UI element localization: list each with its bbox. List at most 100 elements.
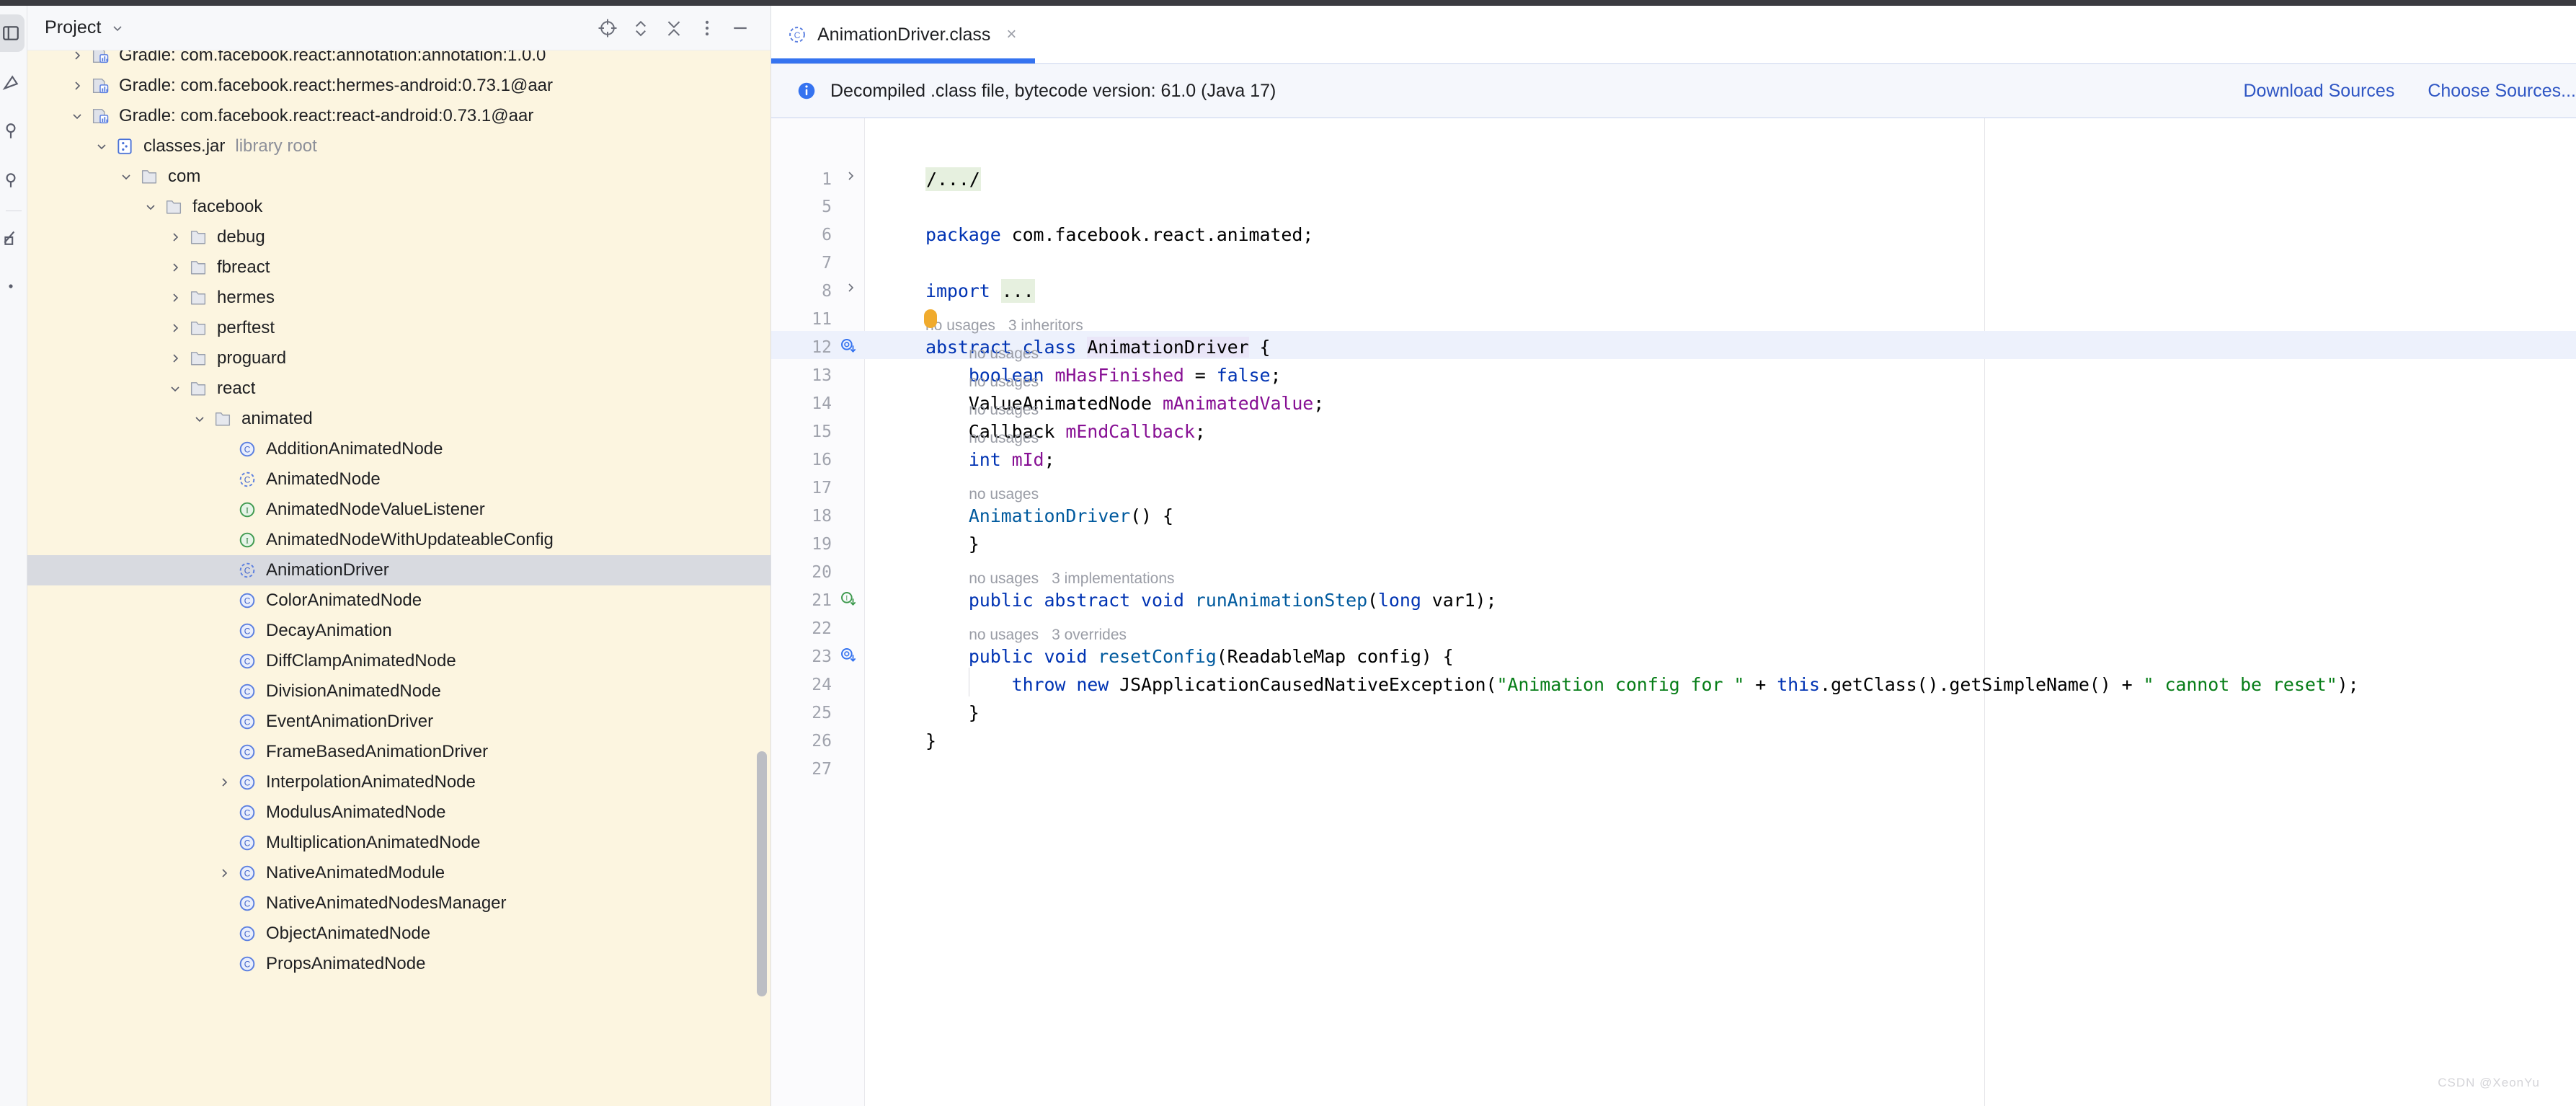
code-line[interactable]: public void resetConfig(ReadableMap conf… bbox=[925, 647, 1454, 665]
chevron-right-icon[interactable] bbox=[164, 321, 186, 335]
tree-row[interactable]: classes.jar library root bbox=[27, 131, 770, 162]
rail-pull-requests-button[interactable] bbox=[0, 112, 25, 150]
tree-row[interactable]: hermes bbox=[27, 283, 770, 313]
code-line[interactable]: } bbox=[925, 704, 980, 722]
tree-row[interactable]: C DivisionAnimatedNode bbox=[27, 676, 770, 707]
choose-sources-link[interactable]: Choose Sources... bbox=[2428, 81, 2576, 102]
chevron-right-icon[interactable] bbox=[66, 79, 88, 93]
tree-row[interactable]: fbreact bbox=[27, 252, 770, 283]
tree-row[interactable]: C DiffClampAnimatedNode bbox=[27, 646, 770, 676]
download-sources-link[interactable]: Download Sources bbox=[2243, 81, 2394, 102]
tree-row[interactable]: C PropsAnimatedNode bbox=[27, 949, 770, 979]
tree-row[interactable]: react bbox=[27, 373, 770, 404]
code-line[interactable]: public abstract void runAnimationStep(lo… bbox=[925, 591, 1497, 609]
code-line[interactable]: throw new JSApplicationCausedNativeExcep… bbox=[925, 676, 2359, 694]
inlay-hint-part[interactable]: no usages bbox=[969, 570, 1039, 587]
tree-row[interactable]: C ColorAnimatedNode bbox=[27, 585, 770, 616]
inlay-hint-part[interactable]: 3 overrides bbox=[1052, 627, 1127, 643]
tree-row[interactable]: I AnimatedNodeWithUpdateableConfig bbox=[27, 525, 770, 555]
options-menu-icon[interactable] bbox=[691, 12, 723, 44]
collapse-all-icon[interactable] bbox=[658, 12, 690, 44]
inlay-hint[interactable]: no usages bbox=[969, 430, 1039, 446]
inlay-hint-part[interactable]: no usages bbox=[969, 430, 1039, 446]
tree-row[interactable]: C ObjectAnimatedNode bbox=[27, 919, 770, 949]
tree-row[interactable]: C AdditionAnimatedNode bbox=[27, 434, 770, 464]
chevron-right-icon[interactable] bbox=[164, 291, 186, 305]
tree-row[interactable]: perftest bbox=[27, 313, 770, 343]
fold-expand-icon[interactable] bbox=[843, 280, 858, 295]
tree-row[interactable]: C FrameBasedAnimationDriver bbox=[27, 737, 770, 767]
inlay-hint-part[interactable]: no usages bbox=[969, 486, 1039, 503]
tree-row[interactable]: C MultiplicationAnimatedNode bbox=[27, 828, 770, 858]
chevron-right-icon[interactable] bbox=[213, 866, 235, 880]
chevron-right-icon[interactable] bbox=[213, 775, 235, 789]
rail-structure-button[interactable] bbox=[0, 218, 25, 256]
chevron-down-icon[interactable] bbox=[115, 169, 137, 184]
chevron-down-icon[interactable] bbox=[189, 412, 210, 426]
code-line[interactable]: Callback mEndCallback; bbox=[925, 423, 1206, 441]
chevron-right-icon[interactable] bbox=[164, 260, 186, 275]
inlay-hint-part[interactable]: 3 inheritors bbox=[1008, 317, 1083, 334]
inlay-hint[interactable]: no usages bbox=[969, 374, 1039, 389]
inlay-hint[interactable]: no usages 3 implementations bbox=[969, 571, 1174, 586]
rail-more-button[interactable] bbox=[0, 267, 25, 305]
chevron-down-icon[interactable] bbox=[164, 381, 186, 396]
expand-collapse-icon[interactable] bbox=[625, 12, 657, 44]
rail-commit-button[interactable] bbox=[0, 63, 25, 101]
inlay-hint[interactable]: no usages 3 overrides bbox=[969, 627, 1127, 642]
chevron-down-icon[interactable] bbox=[110, 21, 125, 35]
tree-row[interactable]: Gradle: com.facebook.react:hermes-androi… bbox=[27, 71, 770, 101]
code-line[interactable]: package com.facebook.react.animated; bbox=[925, 226, 1313, 244]
chevron-right-icon[interactable] bbox=[66, 50, 88, 63]
inlay-hint-part[interactable]: no usages bbox=[969, 373, 1039, 390]
tree-row[interactable]: com bbox=[27, 162, 770, 192]
code-line[interactable]: } bbox=[925, 732, 936, 750]
select-opened-file-icon[interactable] bbox=[592, 12, 623, 44]
tree-row[interactable]: proguard bbox=[27, 343, 770, 373]
chevron-down-icon[interactable] bbox=[66, 109, 88, 123]
project-tree-scrollbar[interactable] bbox=[757, 751, 767, 996]
inlay-hint-part[interactable]: no usages bbox=[969, 627, 1039, 643]
tree-row[interactable]: debug bbox=[27, 222, 770, 252]
override-down-blue-icon[interactable] bbox=[838, 645, 859, 666]
code-line[interactable]: import ... bbox=[925, 279, 1035, 303]
code-line[interactable]: /.../ bbox=[925, 167, 981, 191]
override-down-blue-icon[interactable] bbox=[838, 335, 859, 357]
chevron-down-icon[interactable] bbox=[91, 139, 112, 154]
code-line[interactable]: int mId; bbox=[925, 451, 1055, 469]
inlay-hint[interactable]: no usages bbox=[969, 487, 1039, 502]
tree-row[interactable]: C DecayAnimation bbox=[27, 616, 770, 646]
chevron-right-icon[interactable] bbox=[164, 351, 186, 366]
hide-panel-icon[interactable] bbox=[724, 12, 756, 44]
inlay-hint-part[interactable]: no usages bbox=[969, 402, 1039, 418]
code-line[interactable]: AnimationDriver() { bbox=[925, 507, 1173, 525]
tree-row[interactable]: C AnimatedNode bbox=[27, 464, 770, 495]
tree-row[interactable]: C ModulusAnimatedNode bbox=[27, 797, 770, 828]
project-tree-scroll-area[interactable]: Gradle: com.facebook.react:annotation:an… bbox=[27, 50, 770, 1106]
rail-bookmarks-button[interactable] bbox=[0, 162, 25, 199]
tree-row[interactable]: Gradle: com.facebook.react:react-android… bbox=[27, 101, 770, 131]
inlay-hint-part[interactable]: 3 implementations bbox=[1052, 570, 1174, 587]
tree-row[interactable]: C EventAnimationDriver bbox=[27, 707, 770, 737]
chevron-right-icon[interactable] bbox=[164, 230, 186, 244]
code-viewer[interactable]: 1 /.../ 5 6 package com.facebook.react.anima… bbox=[771, 118, 2576, 1106]
inlay-hint-part[interactable]: no usages bbox=[969, 345, 1039, 362]
inlay-hint[interactable]: no usages bbox=[969, 402, 1039, 417]
tree-row[interactable]: C NativeAnimatedModule bbox=[27, 858, 770, 888]
tree-row[interactable]: facebook bbox=[27, 192, 770, 222]
implemented-down-green-icon[interactable]: I bbox=[838, 588, 859, 610]
close-icon[interactable]: × bbox=[1006, 26, 1016, 43]
tree-row[interactable]: C InterpolationAnimatedNode bbox=[27, 767, 770, 797]
inlay-hint[interactable]: no usages bbox=[969, 346, 1039, 361]
editor-tab-animationdriver[interactable]: C AnimationDriver.class × bbox=[771, 6, 1036, 63]
tree-row[interactable]: C AnimationDriver bbox=[27, 555, 770, 585]
tree-row[interactable]: C NativeAnimatedNodesManager bbox=[27, 888, 770, 919]
tree-row[interactable]: Gradle: com.facebook.react:annotation:an… bbox=[27, 50, 770, 71]
rail-project-button[interactable] bbox=[0, 14, 25, 52]
inlay-hint[interactable]: no usages 3 inheritors bbox=[925, 318, 1083, 333]
code-line[interactable]: } bbox=[925, 535, 980, 553]
tree-row[interactable]: animated bbox=[27, 404, 770, 434]
fold-expand-icon[interactable] bbox=[843, 169, 858, 183]
chevron-down-icon[interactable] bbox=[140, 200, 161, 214]
tree-row[interactable]: I AnimatedNodeValueListener bbox=[27, 495, 770, 525]
